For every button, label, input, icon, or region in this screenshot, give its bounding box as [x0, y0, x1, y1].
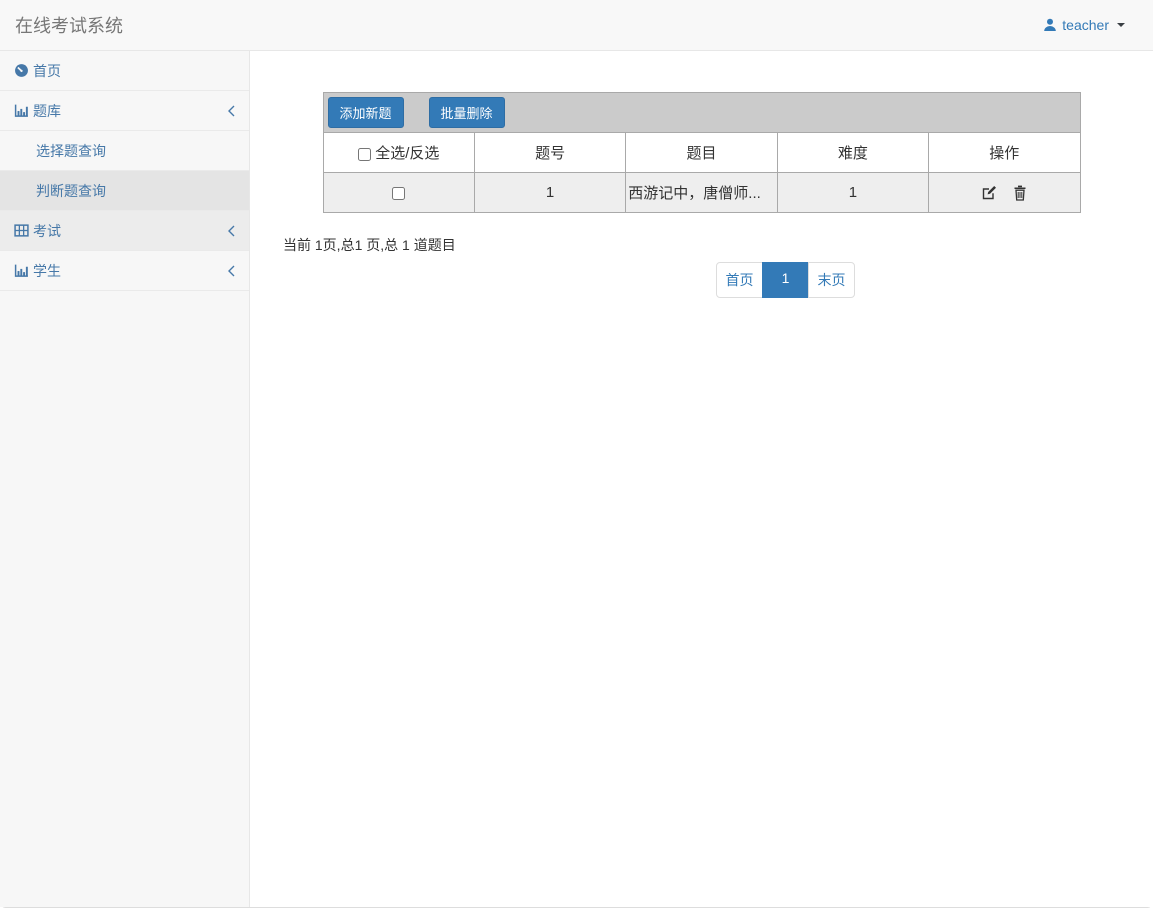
sidebar-item-question-bank[interactable]: 题库 — [0, 91, 249, 131]
sidebar-item-exam[interactable]: 考试 — [0, 211, 249, 251]
table-body: 1 西游记中，唐僧师... 1 — [322, 172, 1081, 213]
sidebar-item-judgment-question-query[interactable]: 判断题查询 — [0, 171, 249, 211]
user-menu[interactable]: teacher — [1043, 17, 1125, 33]
cell-actions — [928, 172, 1081, 213]
bar-chart-icon — [14, 263, 29, 278]
col-header-difficulty: 难度 — [776, 132, 930, 173]
col-header-select-label: 全选/反选 — [375, 145, 440, 162]
main-content: 添加新题 批量删除 全选/反选 题号 题目 难度 操作 1 西游记中，唐僧师..… — [250, 51, 1153, 907]
sidebar-item-label: 判断题查询 — [36, 182, 106, 199]
col-header-title: 题目 — [625, 132, 778, 173]
sidebar-item-choice-question-query[interactable]: 选择题查询 — [0, 131, 249, 171]
user-name: teacher — [1062, 17, 1109, 33]
pagination: 首页 1 末页 — [716, 262, 855, 298]
cell-select — [322, 172, 475, 213]
bar-chart-icon — [14, 103, 29, 118]
chevron-left-icon — [227, 104, 236, 121]
sidebar-item-label: 首页 — [33, 62, 61, 79]
chevron-left-icon — [227, 264, 236, 281]
header-row: 全选/反选 题号 题目 难度 操作 — [322, 132, 1081, 173]
top-navbar: 在线考试系统 teacher — [0, 0, 1153, 51]
table-row: 1 西游记中，唐僧师... 1 — [322, 172, 1081, 213]
pagination-summary: 当前 1页,总1 页,总 1 道题目 — [283, 237, 456, 253]
sidebar-item-students[interactable]: 学生 — [0, 251, 249, 291]
sidebar-item-label: 学生 — [33, 262, 61, 279]
table-header: 全选/反选 题号 题目 难度 操作 — [322, 132, 1081, 173]
questions-panel: 添加新题 批量删除 全选/反选 题号 题目 难度 操作 1 西游记中，唐僧师..… — [322, 92, 1081, 213]
app-title: 在线考试系统 — [15, 16, 123, 36]
pagination-first-button[interactable]: 首页 — [716, 262, 763, 298]
col-header-actions: 操作 — [928, 132, 1081, 173]
select-all-checkbox[interactable] — [358, 147, 372, 161]
col-header-select: 全选/反选 — [322, 132, 475, 173]
pagination-last-button[interactable]: 末页 — [808, 262, 855, 298]
edit-icon[interactable] — [981, 185, 997, 201]
chevron-left-icon — [227, 224, 236, 241]
caret-down-icon — [1117, 23, 1125, 27]
col-header-id: 题号 — [473, 132, 627, 173]
sidebar-item-label: 题库 — [33, 102, 61, 119]
cell-question-title: 西游记中，唐僧师... — [625, 172, 778, 213]
cell-difficulty: 1 — [776, 172, 930, 213]
table-grid-icon — [14, 223, 29, 238]
add-question-button[interactable]: 添加新题 — [327, 97, 404, 128]
pagination-row: 首页 1 末页 — [250, 262, 1153, 298]
sidebar-item-label: 考试 — [33, 222, 61, 239]
table-toolbar: 添加新题 批量删除 — [322, 92, 1081, 132]
sidebar: 首页 题库 选择题查询 判断题查询 考试 学生 — [0, 51, 250, 907]
sidebar-item-label: 选择题查询 — [36, 142, 106, 159]
user-icon — [1043, 18, 1057, 32]
questions-table: 全选/反选 题号 题目 难度 操作 1 西游记中，唐僧师... 1 — [322, 132, 1081, 213]
dashboard-icon — [14, 63, 29, 78]
page-layout: 首页 题库 选择题查询 判断题查询 考试 学生 添加新题 批量删除 全选/反选 … — [0, 51, 1153, 908]
sidebar-item-home[interactable]: 首页 — [0, 51, 249, 91]
cell-question-id: 1 — [473, 172, 627, 213]
trash-icon[interactable] — [1013, 185, 1027, 201]
pagination-page-1-button[interactable]: 1 — [762, 262, 809, 298]
batch-delete-button[interactable]: 批量删除 — [428, 97, 505, 128]
row-checkbox[interactable] — [392, 186, 406, 200]
